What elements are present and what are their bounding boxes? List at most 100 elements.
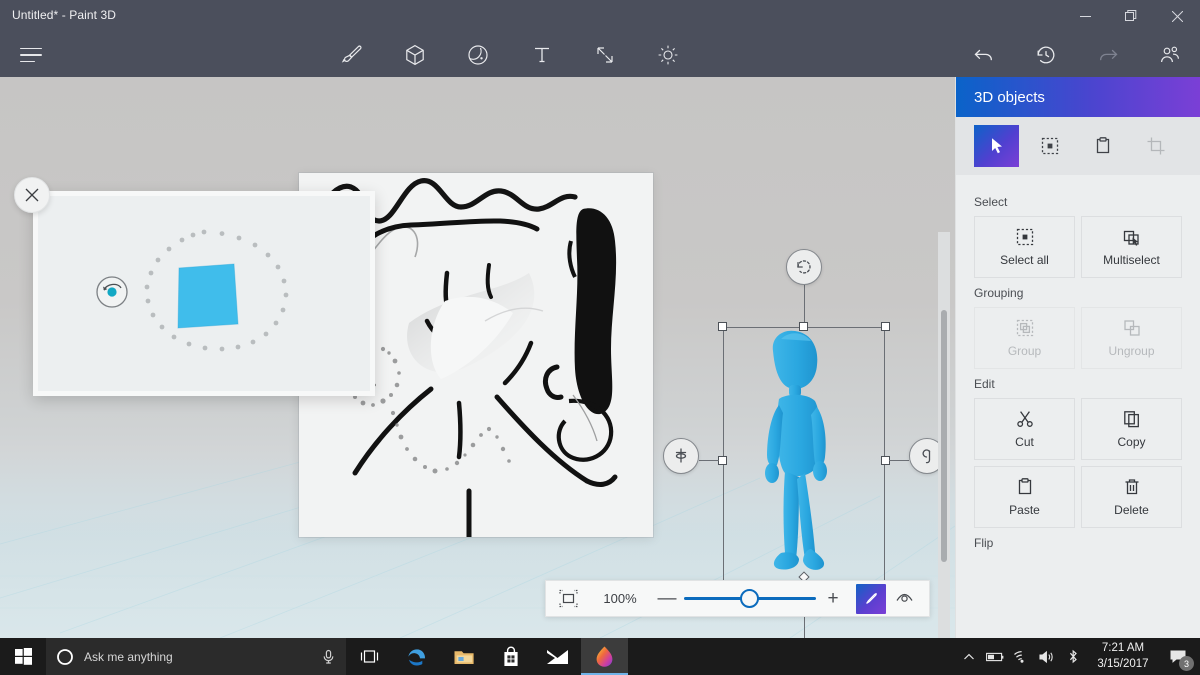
panel-header: 3D objects [956,77,1200,117]
search-input[interactable]: Ask me anything [46,638,346,675]
zoom-view-bar: 100% — + [545,580,930,617]
fit-to-screen-icon[interactable] [546,580,590,617]
redo-button[interactable] [1086,35,1130,75]
clock[interactable]: 7:21 AM 3/15/2017 [1086,638,1160,675]
windows-logo-icon[interactable] [0,638,46,675]
wifi-icon[interactable] [1008,638,1034,675]
title-bar: Untitled* - Paint 3D [0,0,1200,32]
group-label: Group [1007,344,1042,358]
close-icon[interactable] [1154,0,1200,32]
restore-icon[interactable] [1108,0,1154,32]
copy-icon [1123,411,1139,428]
preview-close-button[interactable] [14,177,50,213]
window-title: Untitled* - Paint 3D [12,8,117,22]
notification-badge: 3 [1179,656,1194,671]
multiselect-label: Multiselect [1103,253,1160,267]
section-edit-grid: Cut Copy Paste Delete [974,398,1182,528]
zoom-slider-thumb[interactable] [740,589,759,608]
ungroup-button[interactable]: Ungroup [1081,307,1182,369]
clipboard-icon[interactable] [1080,125,1125,167]
taskbar: Ask me anything 7:21 AM 3/15/2017 3 [0,638,1200,675]
group-icon [1016,319,1033,337]
task-view-icon[interactable] [346,638,393,675]
microphone-icon[interactable] [321,649,336,664]
search-placeholder: Ask me anything [84,649,173,664]
zoom-slider[interactable] [684,580,816,617]
mail-icon[interactable] [534,638,581,675]
resize-handle-top-right[interactable] [881,322,890,331]
select-all-label: Select all [1000,253,1049,267]
section-label-select: Select [974,195,1008,209]
3d-objects-button[interactable] [393,35,437,75]
window-controls [1062,0,1200,32]
group-button[interactable]: Group [974,307,1075,369]
workspace-3d-stage[interactable] [0,77,955,638]
panel-title: 3D objects [974,88,1045,106]
edge-icon[interactable] [393,638,440,675]
selected-object-bounds[interactable] [663,249,945,638]
remix-3d-button[interactable] [1148,35,1192,75]
select-all-button[interactable]: Select all [974,216,1075,278]
marquee-icon [1016,228,1033,246]
trash-icon [1125,479,1138,495]
marquee-select-tool[interactable] [1027,125,1072,167]
copy-label: Copy [1117,435,1146,449]
speaker-icon[interactable] [1034,638,1060,675]
stickers-button[interactable] [456,35,500,75]
preview-panel[interactable] [33,191,375,396]
ungroup-icon [1123,320,1140,336]
paint3d-icon[interactable] [581,638,628,675]
rotate-stem-right [889,460,909,461]
paste-button[interactable]: Paste [974,466,1075,528]
rotate-x-icon[interactable] [663,438,699,474]
zoom-percent-label: 100% [603,591,637,606]
cut-button[interactable]: Cut [974,398,1075,460]
paint3d-window: Untitled* - Paint 3D 100% — + 3D objects… [0,0,1200,675]
minimize-icon[interactable] [1062,0,1108,32]
section-label-edit: Edit [974,377,995,391]
bluetooth-icon[interactable] [1060,638,1086,675]
hamburger-menu-icon[interactable] [16,40,46,70]
section-select-grid: Select all Multiselect [974,216,1182,278]
pen-icon[interactable] [856,583,886,614]
canvas-vertical-scrollbar[interactable] [938,232,950,638]
resize-handle-middle-left[interactable] [718,456,727,465]
history-button[interactable] [1024,35,1068,75]
section-grouping-grid: Group Ungroup [974,307,1182,369]
rotate-stem-left [699,460,719,461]
text-button[interactable] [520,35,564,75]
effects-button[interactable] [646,35,690,75]
multiselect-button[interactable]: Multiselect [1081,216,1182,278]
canvas-button[interactable] [583,35,627,75]
vertical-scroll-thumb[interactable] [941,310,947,562]
zoom-out-button[interactable]: — [650,580,684,617]
rotate-z-icon[interactable] [786,249,822,285]
battery-icon[interactable] [982,638,1008,675]
chevron-up-icon[interactable] [956,638,982,675]
ungroup-label: Ungroup [1108,344,1155,358]
3d-mannequin[interactable] [723,327,885,599]
zoom-in-button[interactable]: + [816,580,850,617]
folder-icon[interactable] [440,638,487,675]
cortana-circle-icon [57,648,73,665]
copy-button[interactable]: Copy [1081,398,1182,460]
crop-icon[interactable] [1133,125,1178,167]
system-tray: 7:21 AM 3/15/2017 3 [956,638,1200,675]
notification-icon[interactable]: 3 [1160,638,1196,675]
select-cursor-tool[interactable] [974,125,1019,167]
clipboard-icon [1018,478,1031,495]
undo-button[interactable] [962,35,1006,75]
resize-handle-top-center[interactable] [799,322,808,331]
tool-panel: 3D objects Select Select all Multiselect… [955,77,1200,638]
store-bag-icon[interactable] [487,638,534,675]
clock-date: 3/15/2017 [1097,657,1149,670]
paste-label: Paste [1009,503,1040,517]
resize-handle-top-left[interactable] [718,322,727,331]
art-tools-button[interactable] [330,35,374,75]
delete-button[interactable]: Delete [1081,466,1182,528]
delete-label: Delete [1114,503,1149,517]
panel-body: Select Select all Multiselect Grouping G… [956,175,1200,550]
eye-icon[interactable] [886,580,922,617]
section-label-grouping: Grouping [974,286,1024,300]
clock-time: 7:21 AM [1101,641,1145,654]
